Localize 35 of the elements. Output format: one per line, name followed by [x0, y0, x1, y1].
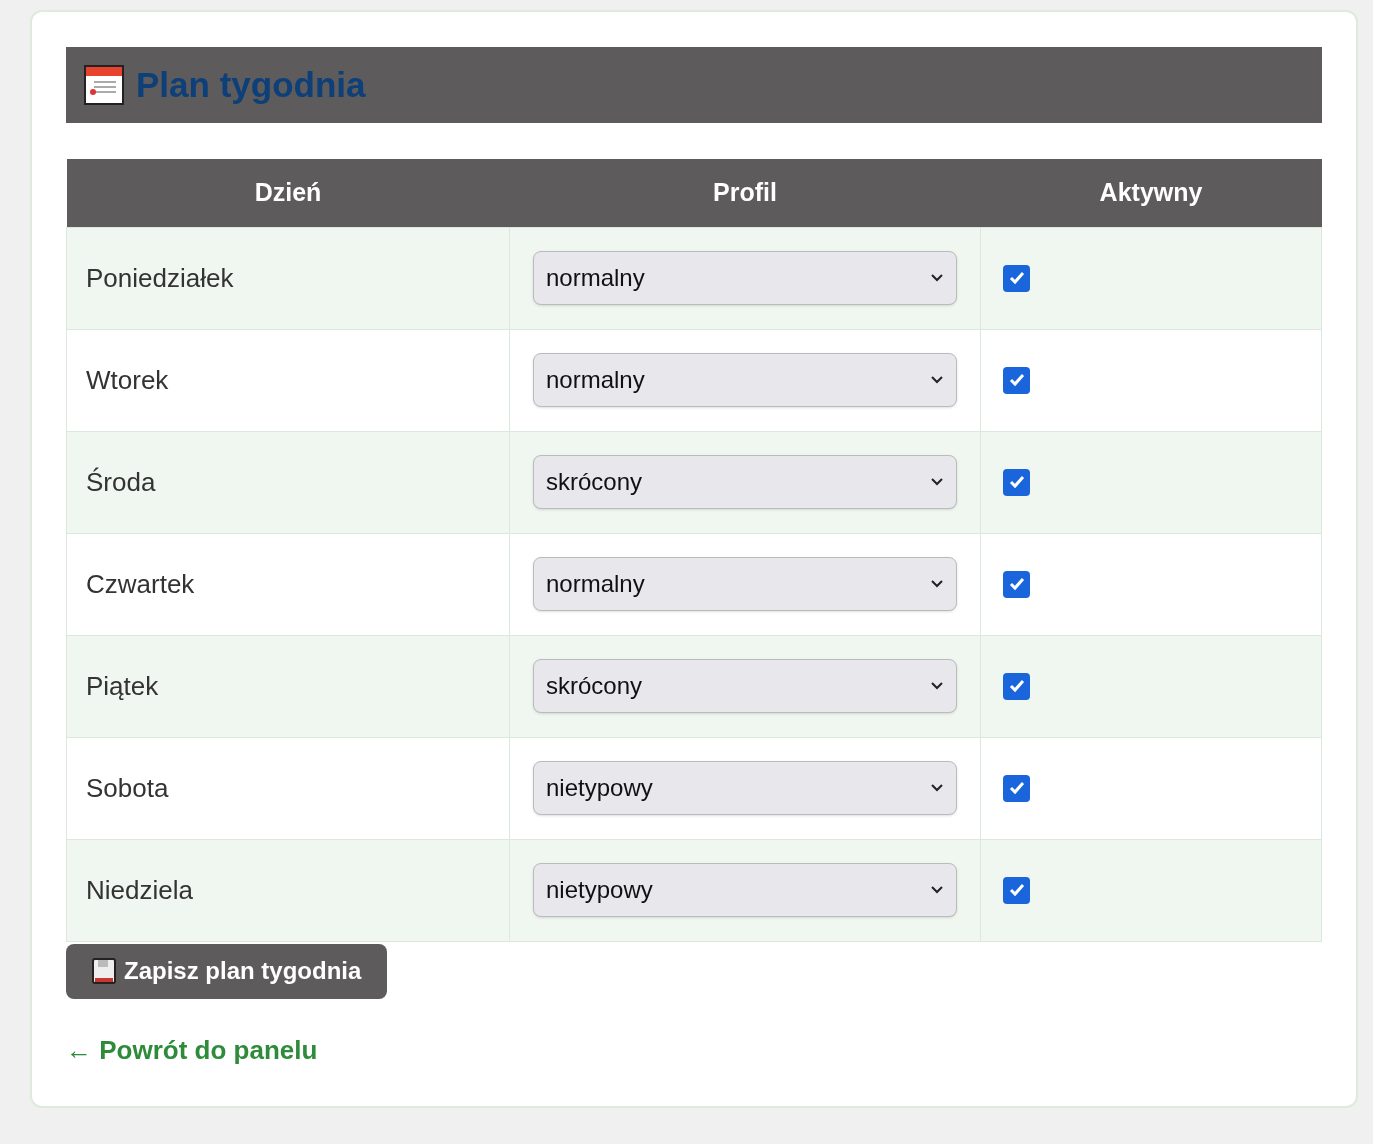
chevron-down-icon: [930, 273, 944, 283]
active-checkbox[interactable]: [1003, 672, 1030, 700]
profile-select[interactable]: skrócony: [533, 659, 957, 713]
chevron-down-icon: [930, 885, 944, 895]
table-cell: Środa: [66, 431, 510, 533]
active-checkbox[interactable]: [1003, 774, 1030, 802]
column-header: Dzień: [66, 159, 510, 227]
profile-select[interactable]: normalny: [533, 353, 957, 407]
chevron-down-icon: [930, 681, 944, 691]
table-cell: Sobota: [66, 737, 510, 839]
active-checkbox[interactable]: [1003, 366, 1030, 394]
column-header: Profil: [509, 159, 981, 227]
table-cell: Wtorek: [66, 329, 510, 431]
chevron-down-icon: [930, 477, 944, 487]
active-checkbox[interactable]: [1003, 876, 1030, 904]
active-checkbox[interactable]: [1003, 570, 1030, 598]
back-link[interactable]: ← Powrót do panelu: [66, 1030, 318, 1070]
profile-select[interactable]: nietypowy: [533, 761, 957, 815]
chevron-down-icon: [930, 579, 944, 589]
active-checkbox[interactable]: [1003, 468, 1030, 496]
column-header: Aktywny: [980, 159, 1322, 227]
table-cell: Czwartek: [66, 533, 510, 635]
chevron-down-icon: [930, 375, 944, 385]
chevron-down-icon: [930, 783, 944, 793]
calendar-icon: [84, 65, 124, 105]
table-cell: Poniedziałek: [66, 227, 510, 329]
profile-select[interactable]: skrócony: [533, 455, 957, 509]
table-cell: Niedziela: [66, 839, 510, 941]
save-button[interactable]: Zapisz plan tygodnia: [66, 943, 388, 999]
table-cell: Piątek: [66, 635, 510, 737]
active-checkbox[interactable]: [1003, 264, 1030, 292]
profile-select[interactable]: nietypowy: [533, 863, 957, 917]
profile-select[interactable]: normalny: [533, 251, 957, 305]
page-title: Plan tygodnia: [136, 63, 366, 106]
profile-select[interactable]: normalny: [533, 557, 957, 611]
